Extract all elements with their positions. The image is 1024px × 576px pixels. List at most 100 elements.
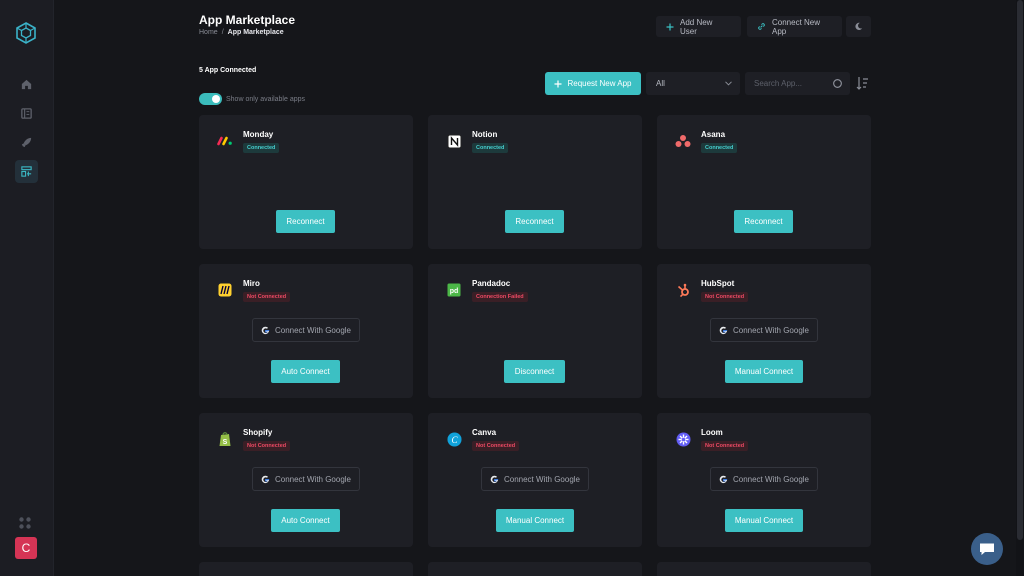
connect-with-google-label: Connect With Google <box>274 325 352 335</box>
status-badge: Connection Failed <box>472 292 528 302</box>
shopify-icon: S <box>216 430 234 448</box>
asana-icon <box>674 132 692 150</box>
breadcrumb-home[interactable]: Home <box>199 29 218 36</box>
app-name: Miro <box>243 279 260 288</box>
app-name: Asana <box>701 130 726 139</box>
sort-icon[interactable] <box>856 76 869 91</box>
request-new-app-label: Request New App <box>567 79 632 88</box>
sidebar-item-rocket[interactable] <box>15 131 38 154</box>
breadcrumb: Home / App Marketplace <box>199 29 284 36</box>
reconnect-button[interactable]: Reconnect <box>505 210 564 233</box>
plus-icon <box>666 23 674 30</box>
search-icon[interactable] <box>832 78 843 89</box>
sidebar-item-ledger[interactable] <box>15 102 38 125</box>
app-card-monday: Monday Connected Reconnect <box>199 115 413 249</box>
logo-icon[interactable] <box>14 21 38 45</box>
available-apps-toggle-row: Show only available apps <box>199 93 305 105</box>
app-card-partial <box>199 562 413 576</box>
connect-with-google-label: Connect With Google <box>732 325 810 335</box>
app-card-shopify: S Shopify Not Connected Connect With Goo… <box>199 413 413 547</box>
status-badge: Connected <box>701 143 738 153</box>
app-card-partial <box>657 562 871 576</box>
auto-connect-button[interactable]: Auto Connect <box>271 360 340 383</box>
app-name: Monday <box>243 130 274 139</box>
plus-icon <box>554 80 562 87</box>
manual-connect-button[interactable]: Manual Connect <box>496 509 574 532</box>
loom-icon <box>674 430 692 448</box>
request-new-app-button[interactable]: Request New App <box>545 72 641 95</box>
svg-text:pd: pd <box>450 288 459 295</box>
ledger-icon <box>21 108 32 119</box>
sidebar-item-marketplace[interactable] <box>15 160 38 183</box>
add-new-user-label: Add New User <box>680 17 713 36</box>
status-badge: Not Connected <box>701 292 749 302</box>
theme-toggle-button[interactable] <box>846 16 871 37</box>
rocket-icon <box>21 137 32 148</box>
status-badge: Connected <box>472 143 509 153</box>
canva-icon: C <box>445 430 463 448</box>
apps-grid-icon[interactable] <box>18 516 32 530</box>
connect-with-google-button[interactable]: Connect With Google <box>481 467 589 491</box>
connect-with-google-button[interactable]: Connect With Google <box>252 467 360 491</box>
connect-new-app-label: Connect New App <box>772 17 821 36</box>
chat-button[interactable] <box>971 533 1003 565</box>
filter-select[interactable]: All <box>646 72 740 95</box>
status-badge: Not Connected <box>701 441 749 451</box>
link-icon <box>758 23 765 30</box>
sidebar-item-home[interactable] <box>15 73 38 96</box>
svg-text:S: S <box>223 439 228 446</box>
status-badge: Not Connected <box>243 441 291 451</box>
app-card-asana: Asana Connected Reconnect <box>657 115 871 249</box>
sidebar: C <box>0 0 54 576</box>
scroll-thumb[interactable] <box>1017 0 1023 540</box>
svg-text:C: C <box>451 435 458 445</box>
google-icon <box>261 326 270 334</box>
search-input[interactable] <box>754 79 832 88</box>
app-card-notion: Notion Connected Reconnect <box>428 115 642 249</box>
app-name: Loom <box>701 428 723 437</box>
status-badge: Not Connected <box>243 292 291 302</box>
available-apps-toggle[interactable] <box>199 93 222 105</box>
connect-with-google-button[interactable]: Connect With Google <box>710 467 818 491</box>
page-title: App Marketplace <box>199 13 296 27</box>
manual-connect-button[interactable]: Manual Connect <box>725 509 803 532</box>
app-card-canva: C Canva Not Connected Connect With Googl… <box>428 413 642 547</box>
status-badge: Connected <box>243 143 280 153</box>
search-box <box>745 72 850 95</box>
auto-connect-button[interactable]: Auto Connect <box>271 509 340 532</box>
scrollbar[interactable] <box>1016 0 1024 576</box>
marketplace-icon <box>21 166 32 177</box>
app-card-hubspot: HubSpot Not Connected Connect With Googl… <box>657 264 871 398</box>
app-name: HubSpot <box>701 279 735 288</box>
google-icon <box>490 475 499 483</box>
reconnect-button[interactable]: Reconnect <box>734 210 793 233</box>
google-icon <box>719 326 728 334</box>
chat-icon <box>980 543 994 555</box>
connect-with-google-button[interactable]: Connect With Google <box>252 318 360 342</box>
app-card-partial <box>428 562 642 576</box>
connect-with-google-button[interactable]: Connect With Google <box>710 318 818 342</box>
home-icon <box>21 79 32 90</box>
notion-icon <box>445 132 463 150</box>
moon-icon <box>855 22 863 31</box>
app-card-pandadoc: pd Pandadoc Connection Failed Disconnect <box>428 264 642 398</box>
miro-icon <box>216 281 234 299</box>
app-card-miro: Miro Not Connected Connect With Google A… <box>199 264 413 398</box>
disconnect-button[interactable]: Disconnect <box>504 360 565 383</box>
chevron-down-icon <box>725 81 732 86</box>
google-icon <box>261 475 270 483</box>
avatar-letter: C <box>21 541 31 555</box>
connect-with-google-label: Connect With Google <box>503 474 581 484</box>
breadcrumb-separator: / <box>221 29 224 36</box>
breadcrumb-current: App Marketplace <box>227 29 284 36</box>
connect-with-google-label: Connect With Google <box>274 474 352 484</box>
manual-connect-button[interactable]: Manual Connect <box>725 360 803 383</box>
filter-select-value: All <box>656 79 665 88</box>
app-name: Pandadoc <box>472 279 511 288</box>
avatar[interactable]: C <box>15 537 37 559</box>
add-new-user-button[interactable]: Add New User <box>656 16 741 37</box>
reconnect-button[interactable]: Reconnect <box>276 210 335 233</box>
connect-new-app-button[interactable]: Connect New App <box>747 16 842 37</box>
status-badge: Not Connected <box>472 441 520 451</box>
hubspot-icon <box>674 281 692 299</box>
